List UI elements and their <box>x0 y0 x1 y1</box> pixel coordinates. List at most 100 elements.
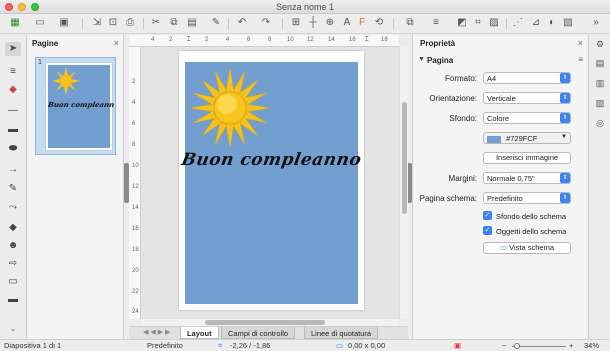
grid-icon[interactable]: ⊞ <box>290 17 302 29</box>
menu-icon[interactable]: ≡ <box>578 55 583 64</box>
callouts-icon[interactable]: ▬ <box>5 293 21 307</box>
horizontal-scroll-thumb[interactable] <box>205 320 325 325</box>
copy-icon[interactable]: ⧉ <box>168 17 180 29</box>
vertical-scroll-thumb[interactable] <box>402 102 407 214</box>
color-dropdown[interactable]: #729FCF ▼ <box>483 132 571 144</box>
sfondo-select[interactable]: Colore ⇕ <box>483 112 571 124</box>
align-icon[interactable]: ≡ <box>430 17 442 29</box>
print-icon[interactable]: ⎙ <box>124 17 136 29</box>
line-color-icon[interactable]: ≡ <box>5 65 21 79</box>
transform-icon[interactable]: ⟲ <box>373 17 385 29</box>
tab-linee-di-quotatura[interactable]: Linee di quotatura <box>304 327 379 339</box>
more-icon[interactable]: » <box>590 17 602 29</box>
ellipse-icon[interactable]: ⬬ <box>5 142 21 156</box>
flowchart-icon[interactable]: ▭ <box>5 275 21 289</box>
sun-image[interactable] <box>189 67 271 149</box>
section-pagina[interactable]: Pagina <box>427 56 453 65</box>
tab-layout[interactable]: Layout <box>180 327 219 339</box>
zoom-slider[interactable] <box>512 346 566 347</box>
zoom-level[interactable]: 34% <box>584 341 599 350</box>
ruler-tick: 6 <box>132 121 136 127</box>
vertical-scrollbar[interactable] <box>399 47 408 319</box>
ruler-tick: 4 <box>151 37 155 43</box>
points-icon[interactable]: ⋰ <box>512 17 524 29</box>
slide-page[interactable]: Buon compleanno <box>179 51 364 310</box>
ruler-tick: 22 <box>132 289 139 295</box>
glue-icon[interactable]: ⊿ <box>530 17 542 29</box>
ruler-tick: 16 <box>132 226 139 232</box>
oggetti-schema-checkbox[interactable]: ✓ <box>483 226 492 235</box>
vista-schema-button[interactable]: ▭ Vista schema <box>483 242 571 254</box>
tab-nav-arrows[interactable]: ◀ ◀ ▶ ▶ <box>143 328 170 336</box>
ruler-tick: 20 <box>132 268 139 274</box>
arrange-icon[interactable]: ⧉ <box>404 17 416 29</box>
helplines-icon[interactable]: ┼ <box>307 17 319 29</box>
open-folder-icon[interactable]: ▭ <box>34 17 46 29</box>
zoom-icon[interactable]: ⊕ <box>324 17 336 29</box>
fill-color-icon[interactable]: ◆ <box>5 83 21 97</box>
insert-image-button[interactable]: Inserisci immagine <box>483 152 571 164</box>
expand-tools-icon[interactable]: ⌄ <box>5 323 21 337</box>
fontwork-icon[interactable]: F <box>356 17 368 29</box>
slide-count: Diapositiva 1 di 1 <box>4 341 62 350</box>
birthday-text[interactable]: Buon compleanno <box>177 150 366 170</box>
tab-campi-di-controllo[interactable]: Campi di controllo <box>221 327 296 339</box>
crop-icon[interactable]: ⌗ <box>472 17 484 29</box>
pagina-schema-select[interactable]: Predefinito ⇕ <box>483 192 571 204</box>
shadow-icon[interactable]: ◩ <box>456 17 468 29</box>
margini-value: Normale 0,75" <box>487 174 535 183</box>
sfondo-schema-checkbox[interactable]: ✓ <box>483 211 492 220</box>
ruler-tick: 2 <box>169 37 173 43</box>
image-icon[interactable]: ▧ <box>562 17 574 29</box>
undo-icon[interactable]: ↶ <box>236 17 248 29</box>
curve-icon[interactable]: ✎ <box>5 182 21 196</box>
close-icon[interactable]: × <box>578 38 583 48</box>
color-value: #729FCF <box>506 134 538 143</box>
rectangle-icon[interactable]: ▬ <box>5 123 21 137</box>
thumbnail-slide: Buon compleanno <box>46 63 115 150</box>
ruler-tick: 18 <box>132 247 139 253</box>
orientazione-select[interactable]: Verticale ⇕ <box>483 92 571 104</box>
new-document-icon[interactable]: ▦ <box>9 17 21 29</box>
zoom-in-button[interactable]: + <box>569 341 573 350</box>
slide-workarea[interactable]: Buon compleanno <box>141 47 399 319</box>
page-thumbnail[interactable]: 1 Buon compleanno <box>35 57 116 155</box>
connector-icon[interactable]: ⤳ <box>5 201 21 215</box>
arrow-line-icon[interactable]: → <box>5 163 21 177</box>
close-icon[interactable]: × <box>114 38 119 48</box>
slide-transition-icon[interactable]: ▥ <box>594 77 606 89</box>
ruler-right-marker[interactable]: ⌶ <box>365 37 369 44</box>
sidebar-settings-icon[interactable]: ⚙ <box>594 38 606 50</box>
filter-icon[interactable]: ▨ <box>488 17 500 29</box>
margini-select[interactable]: Normale 0,75" ⇕ <box>483 172 571 184</box>
export-pdf-icon[interactable]: ⊡ <box>107 17 119 29</box>
toggle-3d-icon[interactable]: ◐ <box>546 17 558 29</box>
clone-format-icon[interactable]: ✎ <box>210 17 222 29</box>
line-icon[interactable]: — <box>5 104 21 118</box>
ruler-indent-marker[interactable]: ⌶ <box>187 37 191 44</box>
cut-icon[interactable]: ✂ <box>150 17 162 29</box>
properties-title: Proprietà <box>420 39 456 48</box>
export-icon[interactable]: ⇲ <box>91 17 103 29</box>
page-number: 1 <box>38 59 42 66</box>
basic-shapes-icon[interactable]: ◆ <box>5 221 21 235</box>
properties-icon[interactable]: ▤ <box>594 57 606 69</box>
ruler-tick: 2 <box>132 79 136 85</box>
drawing-toolbar: ➤ ≡ ◆ — ▬ ⬬ → ✎ ⤳ ◆ ☻ ⇨ ▭ ▬ ⌄ <box>0 35 27 339</box>
formato-select[interactable]: A4 ⇕ <box>483 72 571 84</box>
chevron-down-icon[interactable]: ▼ <box>418 56 425 63</box>
redo-icon[interactable]: ↷ <box>260 17 272 29</box>
navigator-icon[interactable]: ◎ <box>594 117 606 129</box>
select-icon[interactable]: ➤ <box>5 42 21 56</box>
text-icon[interactable]: A <box>341 17 353 29</box>
zoom-slider-handle[interactable] <box>514 343 520 349</box>
horizontal-scrollbar[interactable] <box>141 319 399 326</box>
sun-icon <box>52 67 80 95</box>
formato-label: Formato: <box>444 74 477 83</box>
zoom-out-button[interactable]: − <box>502 341 506 350</box>
block-arrows-icon[interactable]: ⇨ <box>5 257 21 271</box>
save-icon[interactable]: ▣ <box>58 17 70 29</box>
symbol-shapes-icon[interactable]: ☻ <box>5 239 21 253</box>
gallery-icon[interactable]: ▧ <box>594 97 606 109</box>
paste-icon[interactable]: ▤ <box>186 17 198 29</box>
